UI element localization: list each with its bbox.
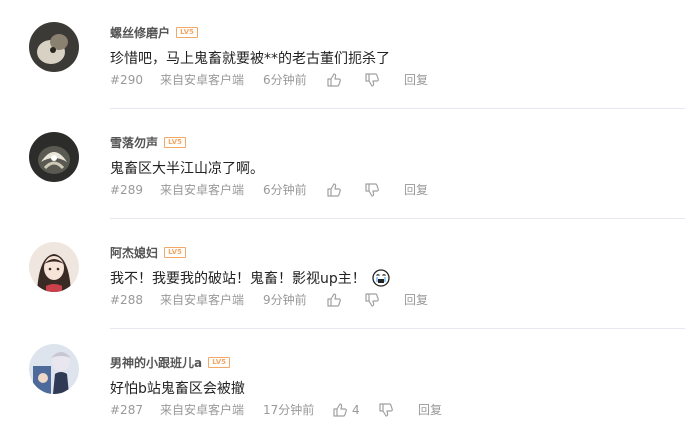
thumbs-up-icon[interactable] xyxy=(326,182,342,198)
username[interactable]: 雪落勿声 LV5 xyxy=(110,134,187,151)
comment-text: 珍惜吧，马上鬼畜就要被**的老古董们扼杀了 xyxy=(110,51,390,67)
like-count: 4 xyxy=(352,403,360,417)
reply-button[interactable]: 回复 xyxy=(404,292,428,308)
thumbs-up-icon[interactable] xyxy=(326,72,342,88)
avatar[interactable] xyxy=(29,242,79,292)
divider xyxy=(110,328,685,329)
time-label: 6分钟前 xyxy=(263,73,307,87)
divider xyxy=(110,218,685,219)
divider xyxy=(110,108,685,109)
username-text[interactable]: 雪落勿声 xyxy=(110,134,158,151)
comment-text: 我不！我要我的破站！鬼畜！影视up主！ xyxy=(110,268,390,288)
level-badge: LV5 xyxy=(164,247,187,258)
comment-meta: #290 来自安卓客户端 6分钟前 回复 xyxy=(110,72,670,88)
comment-text: 鬼畜区大半江山凉了啊。 xyxy=(110,161,264,177)
thumbs-down-icon[interactable] xyxy=(364,72,380,88)
level-badge: LV5 xyxy=(164,137,187,148)
time-label: 17分钟前 xyxy=(263,403,315,417)
level-badge: LV5 xyxy=(176,27,199,38)
username[interactable]: 阿杰媳妇 LV5 xyxy=(110,244,187,261)
thumbs-down-icon[interactable] xyxy=(364,182,380,198)
username[interactable]: 螺丝修磨户 LV5 xyxy=(110,24,199,41)
floor-number: #290 xyxy=(110,73,143,87)
comment-text: 好怕b站鬼畜区会被撤 xyxy=(110,381,245,397)
avatar[interactable] xyxy=(29,22,79,72)
comment-meta: #287 来自安卓客户端 17分钟前 4 回复 xyxy=(110,402,670,418)
avatar[interactable] xyxy=(29,132,79,182)
comment-text-content: 我不！我要我的破站！鬼畜！影视up主！ xyxy=(110,271,366,287)
time-label: 9分钟前 xyxy=(263,293,307,307)
source-label: 来自安卓客户端 xyxy=(160,73,245,87)
comment-item: 阿杰媳妇 LV5 我不！我要我的破站！鬼畜！影视up主！ #288 来自安卓客户… xyxy=(0,220,698,330)
floor-number: #289 xyxy=(110,183,143,197)
source-label: 来自安卓客户端 xyxy=(160,403,245,417)
reply-button[interactable]: 回复 xyxy=(418,402,442,418)
source-label: 来自安卓客户端 xyxy=(160,293,245,307)
comment-meta: #288 来自安卓客户端 9分钟前 回复 xyxy=(110,292,670,308)
reply-button[interactable]: 回复 xyxy=(404,182,428,198)
time-label: 6分钟前 xyxy=(263,183,307,197)
avatar[interactable] xyxy=(29,344,79,394)
thumbs-up-icon[interactable] xyxy=(326,292,342,308)
username-text[interactable]: 螺丝修磨户 xyxy=(110,24,170,41)
floor-number: #288 xyxy=(110,293,143,307)
level-badge: LV5 xyxy=(208,357,231,368)
comment-item: 男神的小跟班儿a LV5 好怕b站鬼畜区会被撤 #287 来自安卓客户端 17分… xyxy=(0,330,698,440)
reply-button[interactable]: 回复 xyxy=(404,72,428,88)
source-label: 来自安卓客户端 xyxy=(160,183,245,197)
thumbs-down-icon[interactable] xyxy=(378,402,394,418)
crying-face-icon xyxy=(372,269,390,287)
floor-number: #287 xyxy=(110,403,143,417)
username[interactable]: 男神的小跟班儿a LV5 xyxy=(110,354,231,371)
comment-item: 螺丝修磨户 LV5 珍惜吧，马上鬼畜就要被**的老古董们扼杀了 #290 来自安… xyxy=(0,0,698,110)
comment-meta: #289 来自安卓客户端 6分钟前 回复 xyxy=(110,182,670,198)
thumbs-up-icon[interactable] xyxy=(332,402,348,418)
username-text[interactable]: 阿杰媳妇 xyxy=(110,244,158,261)
thumbs-down-icon[interactable] xyxy=(364,292,380,308)
comment-item: 雪落勿声 LV5 鬼畜区大半江山凉了啊。 #289 来自安卓客户端 6分钟前 回… xyxy=(0,110,698,220)
username-text[interactable]: 男神的小跟班儿a xyxy=(110,354,202,371)
